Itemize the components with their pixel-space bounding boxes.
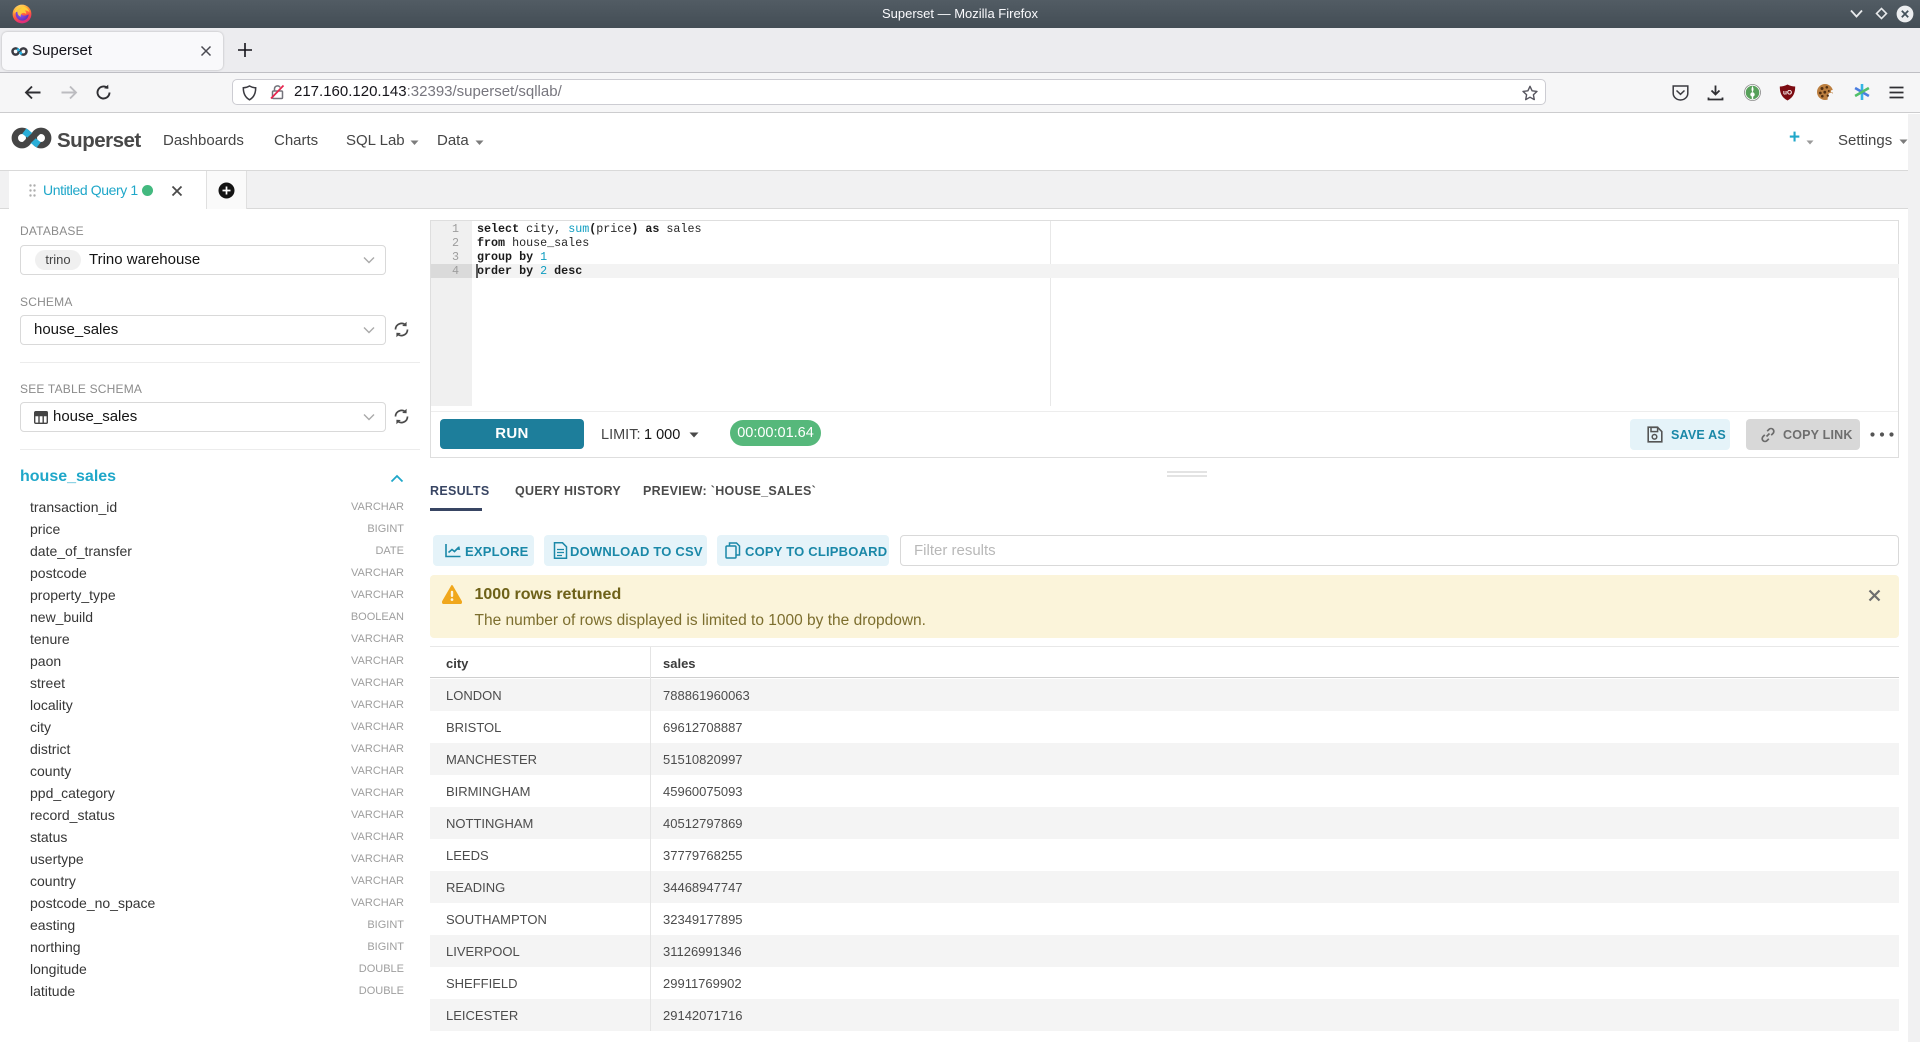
svg-text:uO: uO <box>1783 90 1792 97</box>
